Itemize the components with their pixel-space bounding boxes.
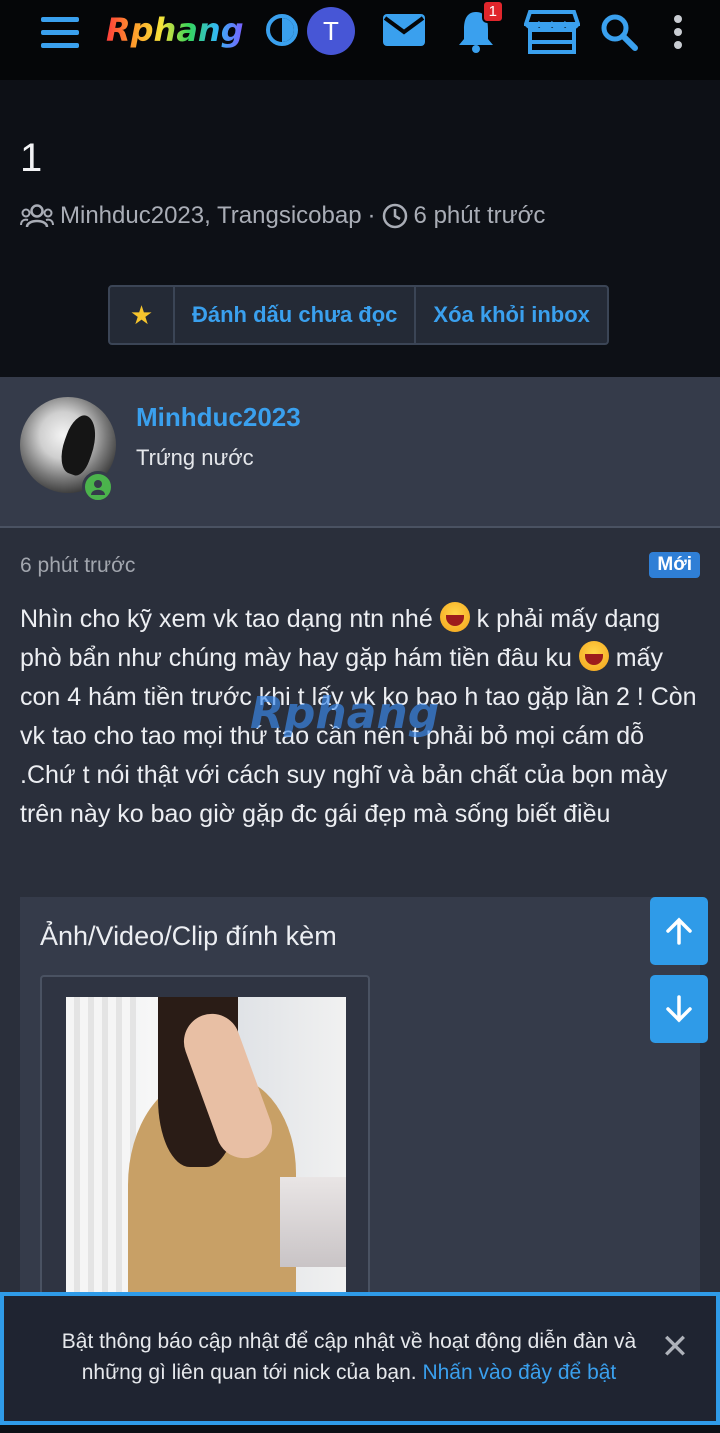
enable-notifications-link[interactable]: Nhấn vào đây để bật	[422, 1361, 616, 1384]
contrast-icon[interactable]	[266, 14, 298, 46]
clock-icon	[382, 203, 407, 229]
remove-inbox-button[interactable]: Xóa khỏi inbox	[416, 287, 606, 343]
scroll-bottom-button[interactable]	[650, 975, 708, 1043]
mark-unread-button[interactable]: Đánh dấu chưa đọc	[175, 287, 417, 343]
users-icon	[20, 204, 54, 228]
arrow-up-icon	[666, 917, 692, 945]
thread-time: 6 phút trước	[413, 202, 546, 229]
attachments-title: Ảnh/Video/Clip đính kèm	[40, 921, 337, 951]
laughing-emoji-icon	[439, 602, 470, 632]
thread-actions: ★ Đánh dấu chưa đọc Xóa khỏi inbox	[108, 285, 609, 345]
star-button[interactable]: ★	[110, 287, 175, 343]
thread-header: 1 Minhduc2023, Trangsicobap · 6 phút trư…	[0, 80, 720, 377]
laughing-emoji-icon	[578, 641, 609, 671]
search-icon[interactable]	[598, 12, 640, 52]
mail-icon[interactable]	[382, 13, 426, 47]
push-notification-notice: Bật thông báo cập nhật để cập nhật về ho…	[0, 1292, 720, 1425]
author-name[interactable]: Minhduc2023	[136, 402, 301, 433]
meta-separator: ·	[367, 202, 376, 229]
user-avatar[interactable]: T	[307, 7, 355, 55]
bottom-strip	[0, 1425, 720, 1433]
more-vertical-icon[interactable]	[664, 12, 692, 52]
notification-badge: 1	[481, 0, 504, 23]
store-icon[interactable]	[524, 8, 580, 54]
attachment-image[interactable]	[66, 997, 346, 1297]
site-logo[interactable]: Rphang	[106, 10, 244, 50]
scroll-top-button[interactable]	[650, 897, 708, 965]
participants[interactable]: Minhduc2023, Trangsicobap	[60, 202, 362, 230]
new-badge: Mới	[649, 552, 700, 578]
close-icon[interactable]: ✕	[660, 1328, 690, 1366]
notice-text: Bật thông báo cập nhật để cập nhật về ho…	[61, 1330, 637, 1384]
message-body: Nhìn cho kỹ xem vk tao dạng ntn nhé k ph…	[20, 600, 706, 834]
message-text-1: Nhìn cho kỹ xem vk tao dạng ntn nhé	[20, 605, 440, 633]
message-time[interactable]: 6 phút trước	[20, 554, 135, 578]
top-navigation-bar: Rphang T 1	[0, 0, 720, 80]
menu-icon[interactable]	[38, 14, 82, 50]
arrow-down-icon	[666, 995, 692, 1023]
author-block: Minhduc2023 Trứng nước	[0, 377, 720, 528]
thread-meta: Minhduc2023, Trangsicobap · 6 phút trước	[20, 202, 545, 230]
page-title: 1	[20, 136, 43, 180]
author-rank: Trứng nước	[136, 445, 254, 470]
online-status-icon	[82, 471, 114, 503]
star-icon: ★	[129, 299, 154, 330]
bell-icon[interactable]: 1	[452, 0, 504, 54]
